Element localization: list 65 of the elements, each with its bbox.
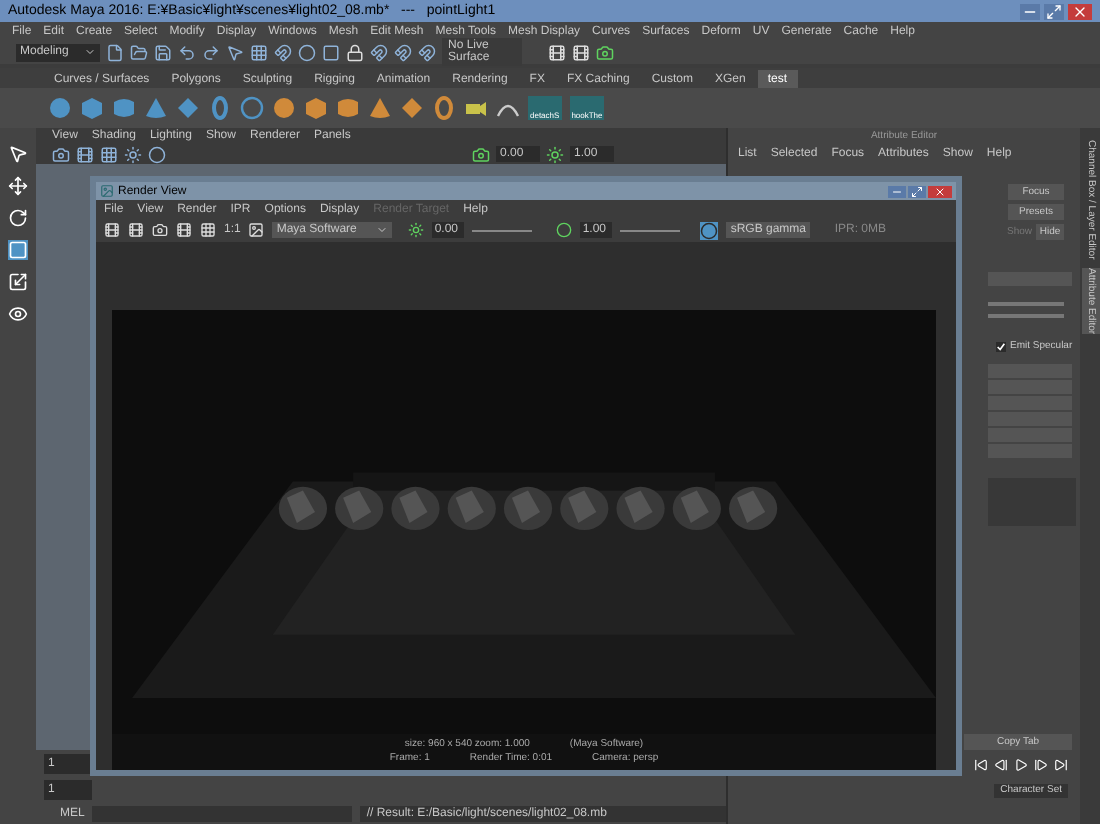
eye-icon[interactable] <box>8 304 28 324</box>
cylinder-icon[interactable] <box>336 96 360 120</box>
file-icon[interactable] <box>106 43 124 61</box>
step-forward-icon[interactable] <box>1034 757 1048 771</box>
magnet-icon[interactable] <box>418 43 436 61</box>
camera-icon[interactable] <box>152 222 168 238</box>
camera-icon[interactable] <box>52 145 70 163</box>
diamond-icon[interactable] <box>176 96 200 120</box>
circle-icon[interactable] <box>298 43 316 61</box>
move-icon[interactable] <box>8 176 28 196</box>
sun-icon[interactable] <box>124 145 142 163</box>
film-icon[interactable] <box>128 222 144 238</box>
film-icon[interactable] <box>548 43 566 61</box>
camera-icon[interactable] <box>596 43 614 61</box>
scale-icon[interactable] <box>8 272 28 292</box>
film-icon[interactable] <box>104 222 120 238</box>
square-icon[interactable] <box>322 43 340 61</box>
skip-back-icon[interactable] <box>974 757 988 771</box>
close-icon[interactable] <box>1068 3 1092 19</box>
circle-icon[interactable] <box>556 222 573 238</box>
sun-icon[interactable] <box>408 222 425 238</box>
folder-icon[interactable] <box>130 43 148 61</box>
caret-icon <box>84 46 96 58</box>
torus-icon[interactable] <box>432 96 456 120</box>
magnet-icon[interactable] <box>394 43 412 61</box>
cube-icon[interactable] <box>80 96 104 120</box>
torus-icon[interactable] <box>208 96 232 120</box>
cone-icon[interactable] <box>368 96 392 120</box>
minimize-icon[interactable] <box>1020 3 1040 19</box>
save-icon[interactable] <box>154 43 172 61</box>
film-icon[interactable] <box>176 222 192 238</box>
close-icon[interactable] <box>928 185 952 197</box>
caret-icon <box>376 224 389 236</box>
lock-icon[interactable] <box>346 43 364 61</box>
sphere-icon[interactable] <box>48 96 72 120</box>
play-icon[interactable] <box>1014 757 1028 771</box>
rotate-icon[interactable] <box>8 208 28 228</box>
redo-icon[interactable] <box>202 43 220 61</box>
undo-icon[interactable] <box>178 43 196 61</box>
camera-icon[interactable] <box>464 96 488 120</box>
cube-icon[interactable] <box>304 96 328 120</box>
magnet-icon[interactable] <box>370 43 388 61</box>
skip-forward-icon[interactable] <box>1054 757 1068 771</box>
film-icon[interactable] <box>76 145 94 163</box>
checkbox[interactable] <box>996 342 1006 352</box>
render-view-icon <box>100 184 114 198</box>
diamond-icon[interactable] <box>400 96 424 120</box>
maximize-icon[interactable] <box>1044 3 1064 19</box>
film-icon[interactable] <box>572 43 590 61</box>
circle-icon[interactable] <box>148 145 166 163</box>
pointer-icon[interactable] <box>226 43 244 61</box>
circle-icon[interactable] <box>700 221 719 239</box>
sun-icon[interactable] <box>546 145 564 163</box>
image-icon[interactable] <box>248 222 265 238</box>
camera-icon[interactable] <box>472 145 490 163</box>
grid-icon[interactable] <box>200 222 216 238</box>
cylinder-icon[interactable] <box>112 96 136 120</box>
sphere-icon[interactable] <box>272 96 296 120</box>
step-back-icon[interactable] <box>994 757 1008 771</box>
maximize-icon[interactable] <box>908 185 926 197</box>
grid-icon[interactable] <box>100 145 118 163</box>
magnet-icon[interactable] <box>274 43 292 61</box>
circle-icon[interactable] <box>240 96 264 120</box>
grid-icon[interactable] <box>250 43 268 61</box>
cone-icon[interactable] <box>144 96 168 120</box>
